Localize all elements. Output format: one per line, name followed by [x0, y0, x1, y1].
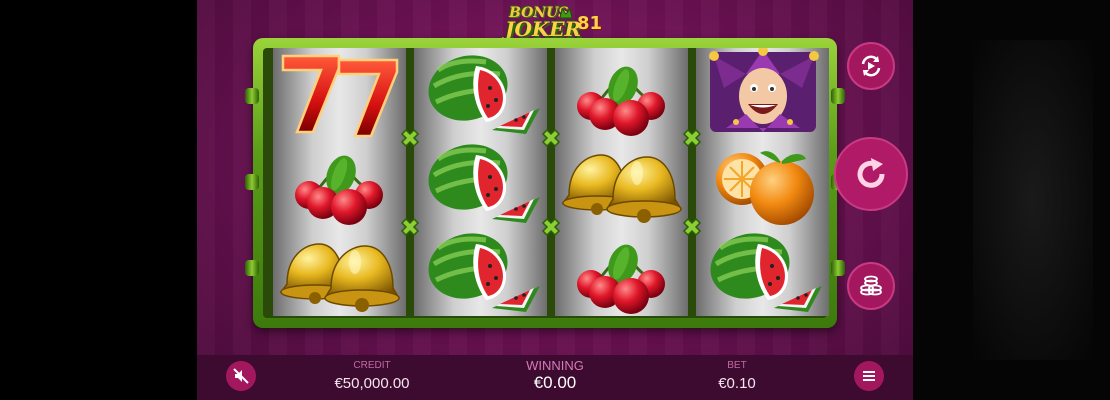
- reel-separator-icon: [542, 218, 560, 236]
- reel-2: [414, 48, 547, 316]
- menu-button[interactable]: [854, 361, 884, 391]
- frame-bolt: [831, 88, 845, 104]
- reel-separator-icon: [683, 218, 701, 236]
- reel-separator-icon: [401, 218, 419, 236]
- reel-4: [696, 48, 829, 316]
- bet-coins-button[interactable]: [847, 262, 895, 310]
- reel-separator-icon: [401, 129, 419, 147]
- coins-icon: [860, 275, 882, 296]
- sound-muted-icon: [233, 368, 249, 384]
- reel-1: [273, 48, 406, 316]
- winning-value: €0.00: [533, 373, 577, 392]
- reels-frame: [245, 38, 845, 328]
- reel-3: [555, 48, 688, 316]
- reel-separator-icon: [542, 129, 560, 147]
- game-logo: BONUS JOKER 81: [505, 3, 607, 41]
- winning-label: WINNING: [526, 358, 584, 373]
- orange-symbol: [715, 150, 815, 226]
- bet-value: €0.10: [718, 375, 756, 392]
- bells-symbol: [562, 154, 682, 224]
- spin-icon: [857, 158, 885, 188]
- spin-button[interactable]: [834, 137, 908, 211]
- bells-symbol: [280, 243, 400, 313]
- bottom-bar: CREDIT €50,000.00 WINNING €0.00 BET €0.1…: [197, 355, 913, 400]
- cherries-symbol: [575, 60, 667, 137]
- watermelon-symbol: [414, 137, 547, 226]
- sevens-symbol: [281, 54, 399, 137]
- autoplay-icon: [861, 55, 881, 77]
- sound-toggle-button[interactable]: [226, 361, 256, 391]
- watermelon-symbol: [696, 226, 829, 315]
- watermelon-symbol: [414, 226, 547, 315]
- cherries-symbol: [293, 149, 385, 226]
- credit-value: €50,000.00: [334, 375, 410, 392]
- right-letterbox: [913, 0, 1110, 400]
- logo-number: 81: [577, 13, 603, 34]
- autoplay-button[interactable]: [847, 42, 895, 90]
- frame-bolt: [245, 88, 259, 104]
- cherries-symbol: [575, 238, 667, 315]
- frame-bolt: [245, 174, 259, 190]
- credit-label: CREDIT: [353, 360, 391, 371]
- menu-icon: [863, 371, 875, 381]
- reel-separator-icon: [683, 129, 701, 147]
- watermelon-symbol: [414, 48, 547, 137]
- bet-label: BET: [727, 360, 747, 371]
- game-stage: BONUS JOKER 81 CREDIT €50,000.00 WINNING…: [197, 0, 913, 400]
- joker-symbol: [709, 48, 819, 132]
- frame-bolt: [245, 260, 259, 276]
- frame-bolt: [831, 260, 845, 276]
